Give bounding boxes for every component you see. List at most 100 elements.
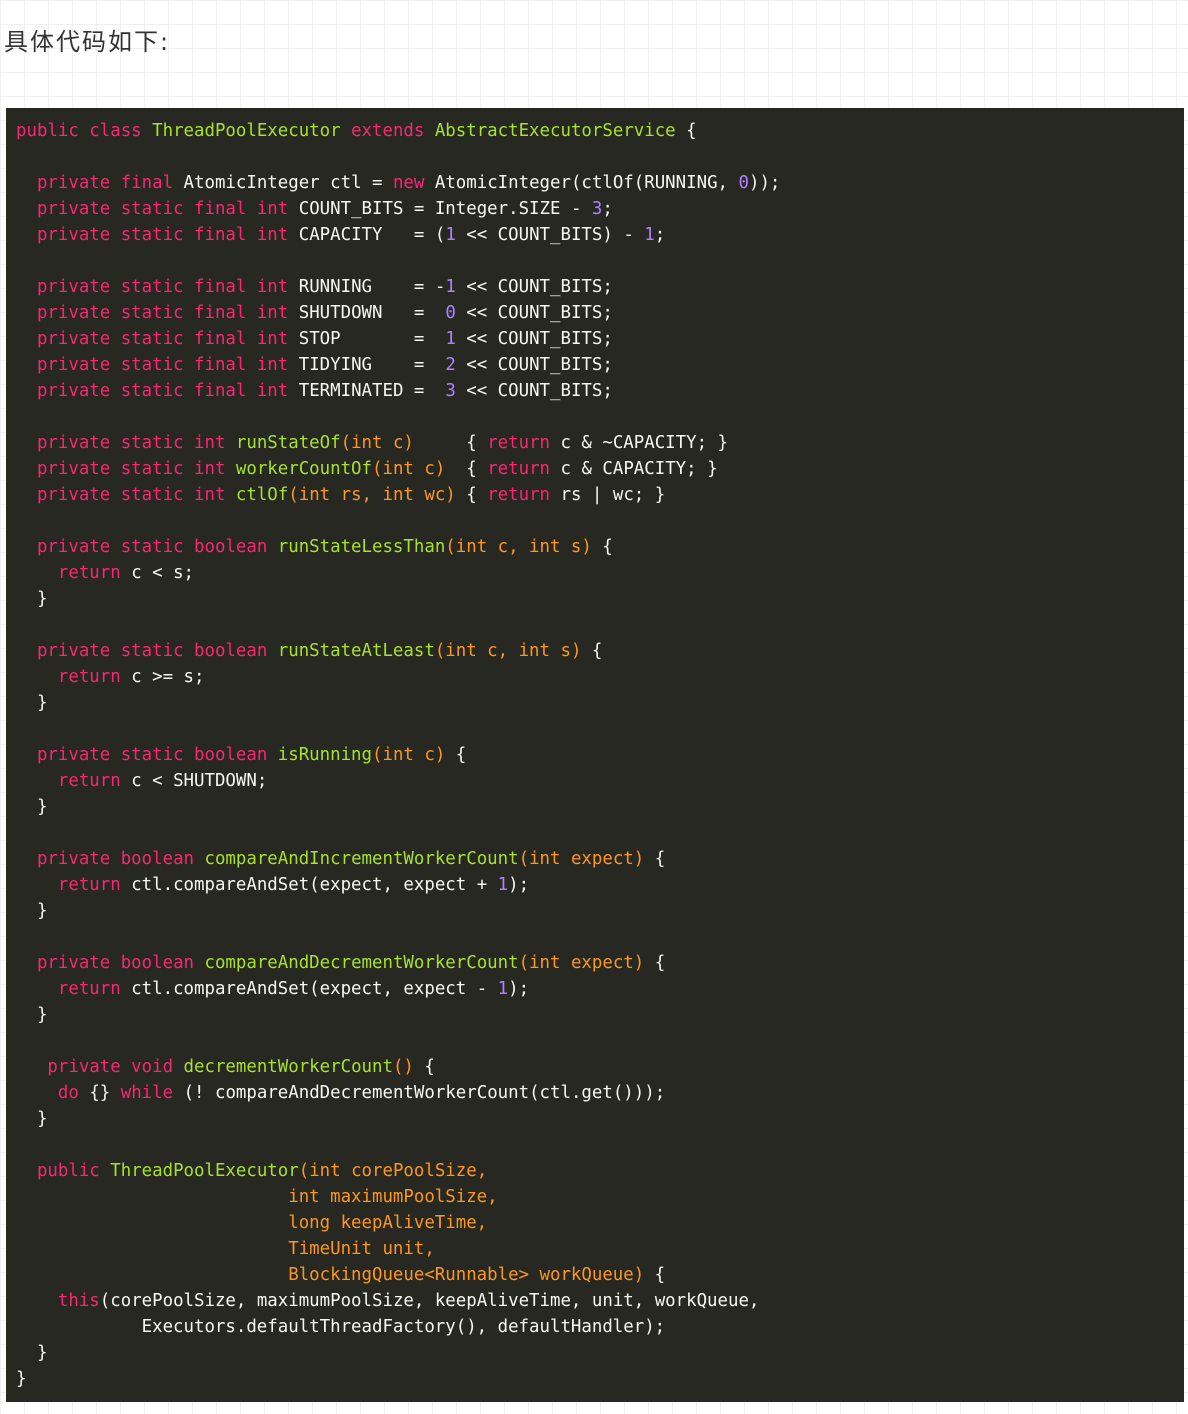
code-token: private static final int	[36, 199, 299, 219]
code-token: Executors.defaultThreadFactory(), defaul…	[16, 1317, 666, 1337]
code-token: return	[57, 979, 132, 999]
code-line: }	[16, 794, 1184, 820]
code-token: private boolean	[36, 953, 205, 973]
code-token: ctl.compareAndSet(expect, expect -	[131, 979, 498, 999]
code-token: {	[413, 433, 488, 453]
code-token: workerCountOf	[235, 459, 373, 479]
code-token: return	[487, 433, 561, 453]
code-token: return	[57, 875, 132, 895]
code-token: private static boolean	[36, 537, 278, 557]
code-line: return c < SHUTDOWN;	[16, 768, 1184, 794]
code-line: BlockingQueue<Runnable> workQueue) {	[16, 1262, 1184, 1288]
code-token: {	[591, 537, 613, 557]
code-block: public class ThreadPoolExecutor extends …	[6, 108, 1184, 1402]
code-token: {	[644, 1265, 666, 1285]
code-token: private void	[47, 1057, 184, 1077]
code-line: private static final int TIDYING = 2 << …	[16, 352, 1184, 378]
code-token: 1	[445, 225, 456, 245]
code-line: }	[16, 690, 1184, 716]
code-token: }	[16, 901, 48, 921]
code-token: (int expect)	[518, 953, 645, 973]
code-token: }	[16, 797, 48, 817]
code-line: private final AtomicInteger ctl = new At…	[16, 170, 1184, 196]
code-token: ThreadPoolExecutor	[110, 1161, 299, 1181]
code-token: ThreadPoolExecutor	[152, 121, 352, 141]
code-token: c & CAPACITY; }	[560, 459, 718, 479]
code-token: ()	[392, 1057, 414, 1077]
code-line: return c < s;	[16, 560, 1184, 586]
code-token: private static final int	[36, 329, 299, 349]
intro-text: 具体代码如下:	[4, 28, 171, 56]
code-token: (int corePoolSize,	[298, 1161, 488, 1181]
code-token: runStateOf	[235, 433, 341, 453]
code-token: int maximumPoolSize,	[16, 1187, 498, 1207]
code-token: return	[57, 771, 132, 791]
code-line: TimeUnit unit,	[16, 1236, 1184, 1262]
code-line: }	[16, 1366, 1184, 1392]
code-line: this(corePoolSize, maximumPoolSize, keep…	[16, 1288, 1184, 1314]
code-token: private static final int	[36, 381, 299, 401]
code-token: TERMINATED =	[298, 381, 446, 401]
code-token: (corePoolSize, maximumPoolSize, keepAliv…	[99, 1291, 760, 1311]
code-token: rs | wc; }	[560, 485, 666, 505]
code-lines: public class ThreadPoolExecutor extends …	[16, 118, 1184, 1392]
code-token: c & ~CAPACITY; }	[560, 433, 729, 453]
code-token: private static final int	[36, 277, 299, 297]
code-line: }	[16, 1106, 1184, 1132]
code-token: ;	[654, 225, 666, 245]
code-token: runStateLessThan	[277, 537, 446, 557]
code-token: TIDYING =	[298, 355, 446, 375]
code-token: SHUTDOWN =	[298, 303, 446, 323]
code-token: TimeUnit unit,	[16, 1239, 435, 1259]
code-line: public ThreadPoolExecutor(int corePoolSi…	[16, 1158, 1184, 1184]
code-token: COUNT_BITS = Integer.SIZE -	[298, 199, 592, 219]
code-line: private static final int COUNT_BITS = In…	[16, 196, 1184, 222]
code-token: {	[455, 485, 488, 505]
code-token: return	[487, 485, 561, 505]
code-token: private boolean	[36, 849, 205, 869]
code-token: AbstractExecutorService	[434, 121, 687, 141]
code-token: {	[686, 121, 697, 141]
code-line: private boolean compareAndDecrementWorke…	[16, 950, 1184, 976]
code-line: private static final int STOP = 1 << COU…	[16, 326, 1184, 352]
code-token: while	[120, 1083, 184, 1103]
code-token: extends	[351, 121, 435, 141]
code-line: private static int workerCountOf(int c) …	[16, 456, 1184, 482]
code-token: }	[16, 1369, 27, 1389]
code-token: (int c, int s)	[445, 537, 592, 557]
code-token: {	[581, 641, 603, 661]
code-token: AtomicInteger ctl =	[183, 173, 393, 193]
code-token: private static final int	[36, 355, 299, 375]
code-line: private static boolean isRunning(int c) …	[16, 742, 1184, 768]
code-token: (int rs, int wc)	[288, 485, 456, 505]
code-line: private static final int CAPACITY = (1 <…	[16, 222, 1184, 248]
code-token: {	[644, 953, 666, 973]
code-token: (int expect)	[518, 849, 645, 869]
code-token: new	[392, 173, 435, 193]
code-token: return	[57, 667, 132, 687]
code-token: );	[508, 875, 530, 895]
code-line: int maximumPoolSize,	[16, 1184, 1184, 1210]
code-token: ctlOf	[235, 485, 289, 505]
code-token: }	[16, 1343, 48, 1363]
code-token: 1	[445, 329, 456, 349]
